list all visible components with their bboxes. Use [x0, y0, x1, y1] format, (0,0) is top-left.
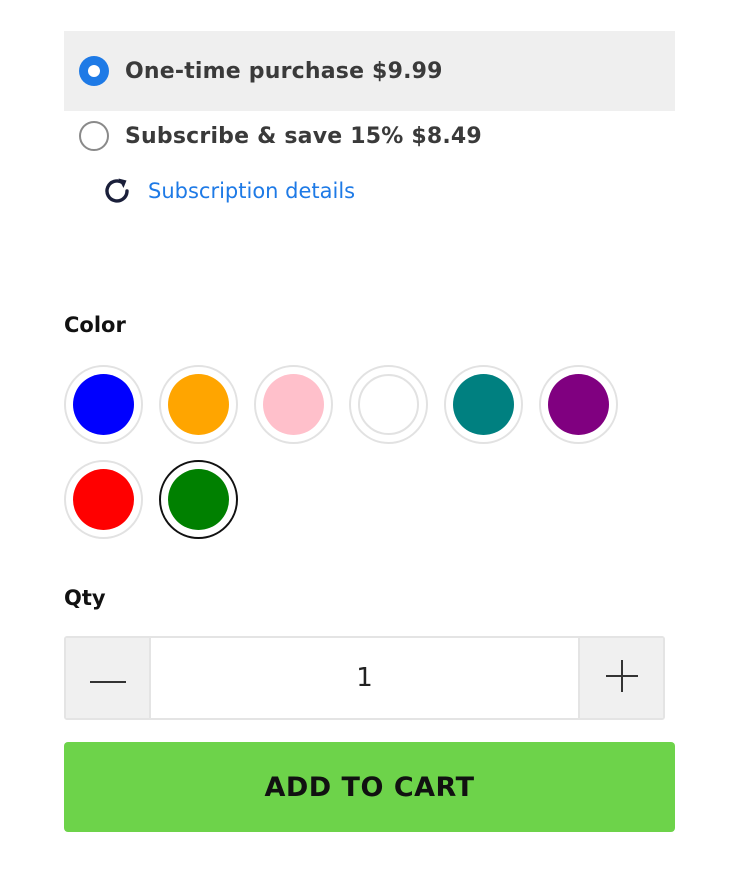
one-time-purchase-label: One-time purchase $9.99: [125, 58, 443, 84]
quantity-label: Qty: [64, 586, 106, 610]
subscription-details-text[interactable]: Subscription details: [148, 179, 355, 203]
increment-button[interactable]: [578, 638, 663, 718]
color-swatch-fill: [263, 374, 324, 435]
color-swatch-blue[interactable]: [64, 365, 143, 444]
color-swatch-fill: [73, 374, 134, 435]
color-swatch-group: [64, 365, 634, 539]
color-swatch-fill: [73, 469, 134, 530]
color-swatch-fill: [453, 374, 514, 435]
color-swatch-green[interactable]: [159, 460, 238, 539]
minus-icon: [89, 669, 126, 688]
subscribe-label: Subscribe & save 15% $8.49: [125, 123, 482, 149]
color-swatch-fill: [548, 374, 609, 435]
refresh-icon: [100, 174, 134, 208]
subscribe-radio[interactable]: [79, 121, 109, 151]
color-swatch-pink[interactable]: [254, 365, 333, 444]
color-swatch-fill: [168, 374, 229, 435]
subscribe-option[interactable]: Subscribe & save 15% $8.49: [64, 108, 675, 164]
quantity-stepper: [64, 636, 665, 720]
color-swatch-fill: [168, 469, 229, 530]
one-time-purchase-option[interactable]: One-time purchase $9.99: [64, 31, 675, 111]
subscription-details-link[interactable]: Subscription details: [100, 172, 355, 210]
color-swatch-red[interactable]: [64, 460, 143, 539]
color-swatch-orange[interactable]: [159, 365, 238, 444]
plus-icon: [605, 660, 638, 696]
color-swatch-fill: [358, 374, 419, 435]
color-swatch-purple[interactable]: [539, 365, 618, 444]
decrement-button[interactable]: [66, 638, 151, 718]
add-to-cart-button[interactable]: ADD TO CART: [64, 742, 675, 832]
color-label: Color: [64, 313, 126, 337]
color-swatch-teal[interactable]: [444, 365, 523, 444]
quantity-input[interactable]: [151, 638, 578, 718]
color-swatch-white[interactable]: [349, 365, 428, 444]
one-time-purchase-radio[interactable]: [79, 56, 109, 86]
product-purchase-panel: One-time purchase $9.99 Subscribe & save…: [0, 0, 739, 874]
